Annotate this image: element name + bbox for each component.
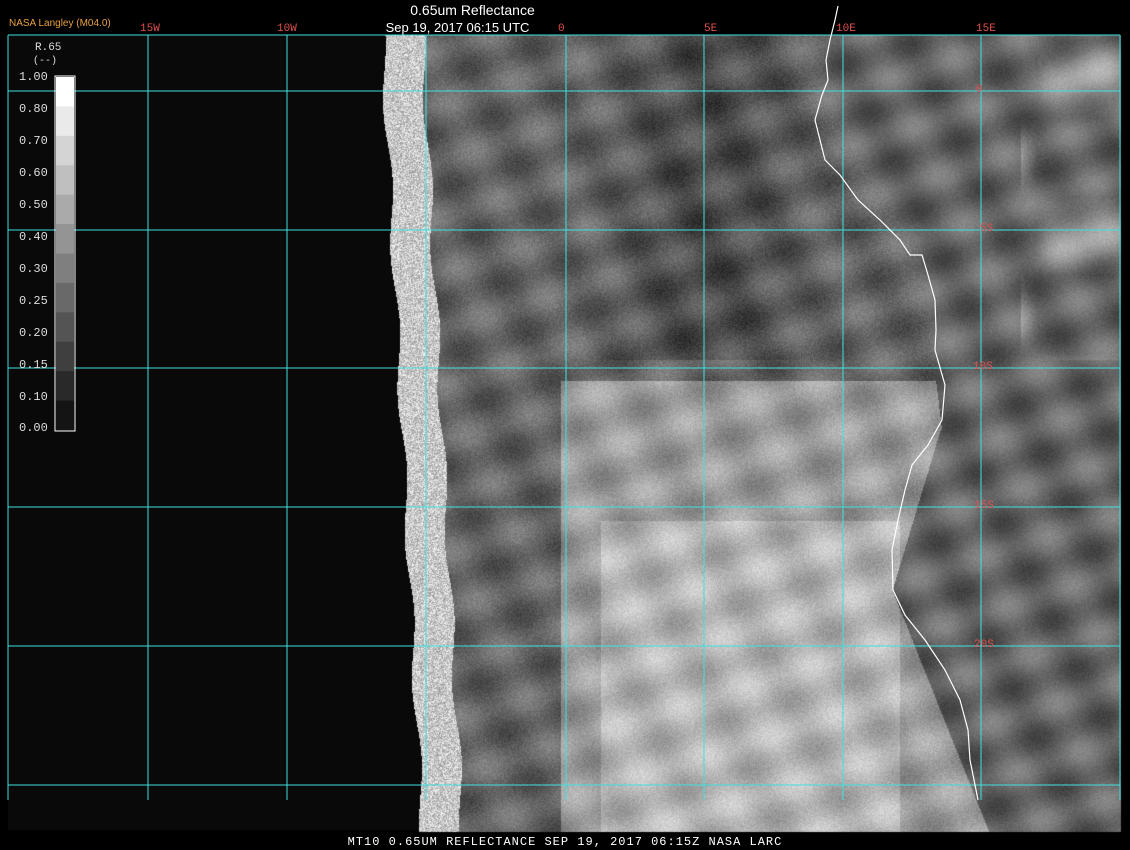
legend-color-swatch [56, 400, 74, 431]
coastline [814, 5, 979, 801]
lon-label-10w: 10W [277, 23, 297, 35]
legend-color-swatch [56, 224, 74, 254]
footer-caption: MT10 0.65UM REFLECTANCE SEP 19, 2017 06:… [347, 835, 783, 849]
map-title: 0.65um Reflectance [410, 2, 535, 18]
legend-color-swatch [56, 77, 74, 107]
legend-unit: (--) [33, 56, 58, 67]
lat-label-20s: 20S [974, 639, 994, 651]
legend-color-swatch [56, 312, 74, 343]
lat-label-0: 0 [976, 84, 983, 96]
legend-label: 0.50 [19, 198, 48, 212]
legend-color-swatch [56, 194, 74, 225]
legend-label: 0.60 [19, 166, 48, 180]
lon-label-5e: 5E [704, 23, 718, 35]
legend-label: 0.10 [19, 390, 48, 404]
legend-color-swatch [56, 371, 74, 402]
legend-label: 0.15 [19, 358, 48, 372]
legend-label: 0.40 [19, 230, 48, 244]
legend-color-swatch [56, 282, 74, 313]
legend-label: 0.20 [19, 326, 48, 340]
map-overlay [7, 5, 1121, 801]
lon-label-0: 0 [558, 23, 565, 35]
legend-color-swatch [56, 106, 74, 137]
lat-label-5s: 5S [980, 223, 994, 235]
legend-title: R.65 [35, 42, 62, 54]
lat-label-15s: 15S [974, 500, 994, 512]
lat-label-10s: 10S [973, 361, 993, 373]
lon-label-10e: 10E [836, 23, 856, 35]
lon-label-15e: 15E [976, 23, 996, 35]
lon-label-15w: 15W [140, 23, 160, 35]
legend-label: 1.00 [19, 70, 48, 84]
legend-color-swatch [56, 135, 74, 166]
legend-label: 0.30 [19, 262, 48, 276]
legend-label: 0.00 [19, 421, 48, 435]
map-timestamp: Sep 19, 2017 06:15 UTC [385, 20, 530, 35]
legend-color-swatch [56, 165, 74, 196]
legend-color-swatch [56, 341, 74, 372]
legend-colorbar [56, 77, 74, 431]
legend-label: 0.25 [19, 294, 48, 308]
legend-label: 0.80 [19, 102, 48, 116]
legend-label: 0.70 [19, 134, 48, 148]
legend-color-swatch [56, 253, 74, 284]
